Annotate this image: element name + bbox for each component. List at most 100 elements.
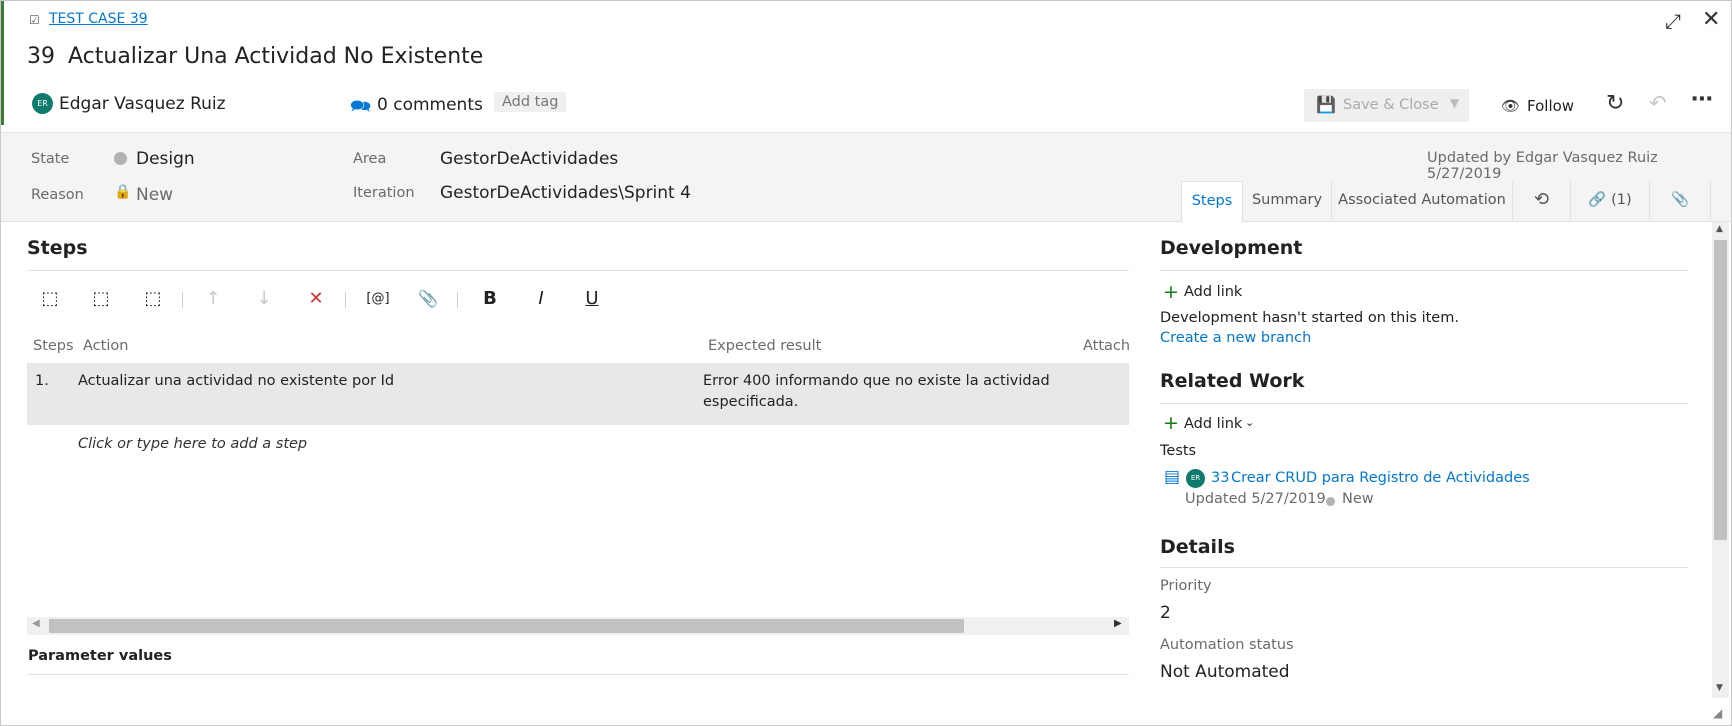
plus-icon[interactable]: +	[1163, 281, 1179, 303]
scrollbar-thumb[interactable]	[49, 619, 964, 633]
links-count: (1)	[1611, 192, 1632, 208]
paperclip-icon: 📎	[1670, 192, 1690, 208]
close-icon[interactable]: ✕	[1702, 7, 1720, 32]
automation-status-label: Automation status	[1160, 637, 1294, 653]
link-icon: 🔗	[1588, 192, 1607, 208]
more-actions-icon[interactable]: ⋯	[1691, 87, 1713, 112]
refresh-icon[interactable]: ↻	[1606, 91, 1624, 116]
vertical-scrollbar[interactable]: ▲ ▼	[1712, 222, 1729, 698]
lock-icon: 🔒	[114, 184, 132, 200]
work-item-id: 39	[27, 44, 55, 69]
tab-associated-automation[interactable]: Associated Automation	[1331, 181, 1512, 219]
chevron-down-icon[interactable]: ▼	[1450, 96, 1459, 110]
tab-history[interactable]: ⟲	[1512, 181, 1570, 219]
insert-step-icon[interactable]: ⬚	[37, 286, 63, 312]
attachment-icon[interactable]: 📎	[415, 286, 441, 312]
delete-step-icon[interactable]: ✕	[303, 286, 329, 312]
tab-summary[interactable]: Summary	[1242, 181, 1331, 219]
work-item-type-color-bar	[1, 1, 4, 125]
save-close-label: Save & Close	[1343, 97, 1439, 113]
follow-button[interactable]: Follow	[1527, 97, 1574, 115]
test-case-icon: ▤	[1164, 467, 1181, 487]
iteration-label: Iteration	[353, 185, 415, 201]
chevron-down-icon[interactable]: ⌄	[1245, 416, 1254, 429]
details-divider	[1160, 567, 1688, 568]
area-value[interactable]: GestorDeActividades	[440, 149, 618, 169]
scrollbar-thumb[interactable]	[1714, 240, 1727, 540]
state-dot-icon	[114, 152, 127, 165]
move-up-icon[interactable]: ↑	[200, 286, 226, 312]
development-title: Development	[1160, 237, 1303, 259]
scroll-left-icon[interactable]: ◀	[32, 618, 40, 629]
column-expected-result: Expected result	[708, 338, 822, 354]
reason-label: Reason	[31, 187, 84, 203]
related-add-link[interactable]: Add link	[1184, 416, 1242, 432]
related-item-title[interactable]: Crear CRUD para Registro de Actividades	[1231, 470, 1530, 486]
related-group-tests: Tests	[1160, 443, 1197, 459]
comments-count[interactable]: 0 comments	[377, 95, 483, 115]
development-divider	[1160, 270, 1688, 271]
steps-section-title: Steps	[27, 237, 88, 259]
related-work-divider	[1160, 403, 1688, 404]
scroll-down-icon[interactable]: ▼	[1716, 683, 1723, 693]
tab-steps[interactable]: Steps	[1181, 181, 1243, 222]
reason-value: New	[136, 185, 174, 205]
related-work-title: Related Work	[1160, 370, 1305, 392]
insert-shared-steps-icon[interactable]: ⬚	[88, 286, 114, 312]
avatar: ER	[32, 93, 53, 114]
create-branch-link[interactable]: Create a new branch	[1160, 330, 1311, 346]
history-icon: ⟲	[1533, 189, 1550, 210]
column-steps: Steps	[33, 338, 74, 354]
automation-status-value: Not Automated	[1160, 662, 1290, 682]
details-title: Details	[1160, 536, 1235, 558]
updated-by[interactable]: Updated by Edgar Vasquez Ruiz 5/27/2019	[1427, 150, 1731, 182]
bold-button[interactable]: B	[477, 286, 503, 312]
step-expected-result-line1[interactable]: Error 400 informando que no existe la ac…	[703, 373, 1050, 389]
assigned-to[interactable]: Edgar Vasquez Ruiz	[59, 94, 226, 114]
eye-icon: 👁	[1501, 97, 1521, 115]
state-label: State	[31, 151, 70, 167]
state-value[interactable]: Design	[136, 149, 195, 169]
related-item-state: New	[1342, 491, 1374, 507]
step-number: 1.	[35, 373, 49, 389]
related-item-id[interactable]: 33	[1211, 470, 1229, 486]
state-dot-icon	[1326, 497, 1335, 506]
underline-button[interactable]: U	[579, 286, 605, 312]
italic-button[interactable]: I	[528, 286, 554, 312]
undo-icon[interactable]: ↶	[1649, 91, 1667, 115]
work-item-type-link[interactable]: TEST CASE 39	[49, 11, 148, 27]
area-label: Area	[353, 151, 387, 167]
related-item-updated: Updated 5/27/2019,	[1185, 491, 1331, 507]
resize-grip-icon[interactable]: ◢	[1713, 706, 1722, 720]
horizontal-scrollbar[interactable]: ◀ ▶	[27, 617, 1129, 635]
priority-label: Priority	[1160, 578, 1212, 594]
maximize-icon[interactable]: ⤢	[1665, 9, 1681, 33]
development-message: Development hasn't started on this item.	[1160, 310, 1459, 326]
toolbar-separator	[345, 292, 346, 308]
plus-icon[interactable]: +	[1163, 412, 1179, 434]
comments-icon[interactable]: 🗪	[350, 94, 371, 123]
save-close-button[interactable]: 💾 Save & Close ▼	[1304, 89, 1469, 122]
tab-links[interactable]: 🔗 (1)	[1570, 181, 1649, 219]
step-expected-result-line2[interactable]: especificada.	[703, 394, 798, 410]
avatar: ER	[1186, 469, 1205, 488]
step-action[interactable]: Actualizar una actividad no existente po…	[78, 373, 394, 389]
toolbar-separator	[457, 292, 458, 308]
parameter-values-divider	[27, 674, 1129, 675]
add-tag-button[interactable]: Add tag	[494, 92, 567, 112]
insert-parameter-button[interactable]: [@]	[363, 286, 393, 312]
add-step-placeholder[interactable]: Click or type here to add a step	[78, 436, 307, 452]
scroll-up-icon[interactable]: ▲	[1716, 224, 1723, 234]
tab-attachments[interactable]: 📎	[1649, 181, 1711, 219]
iteration-value[interactable]: GestorDeActividades\Sprint 4	[440, 183, 691, 203]
development-add-link[interactable]: Add link	[1184, 284, 1242, 300]
create-shared-steps-icon[interactable]: ⬚	[140, 286, 166, 312]
work-item-dialog: ☑ TEST CASE 39 ⤢ ✕ 39 Actualizar Una Act…	[0, 0, 1732, 726]
parameter-values-title: Parameter values	[28, 648, 172, 664]
move-down-icon[interactable]: ↓	[251, 286, 277, 312]
save-icon: 💾	[1316, 95, 1336, 114]
work-item-title[interactable]: Actualizar Una Actividad No Existente	[68, 44, 483, 69]
scroll-right-icon[interactable]: ▶	[1114, 618, 1122, 629]
steps-title-divider	[27, 270, 1129, 271]
priority-value[interactable]: 2	[1160, 603, 1171, 623]
